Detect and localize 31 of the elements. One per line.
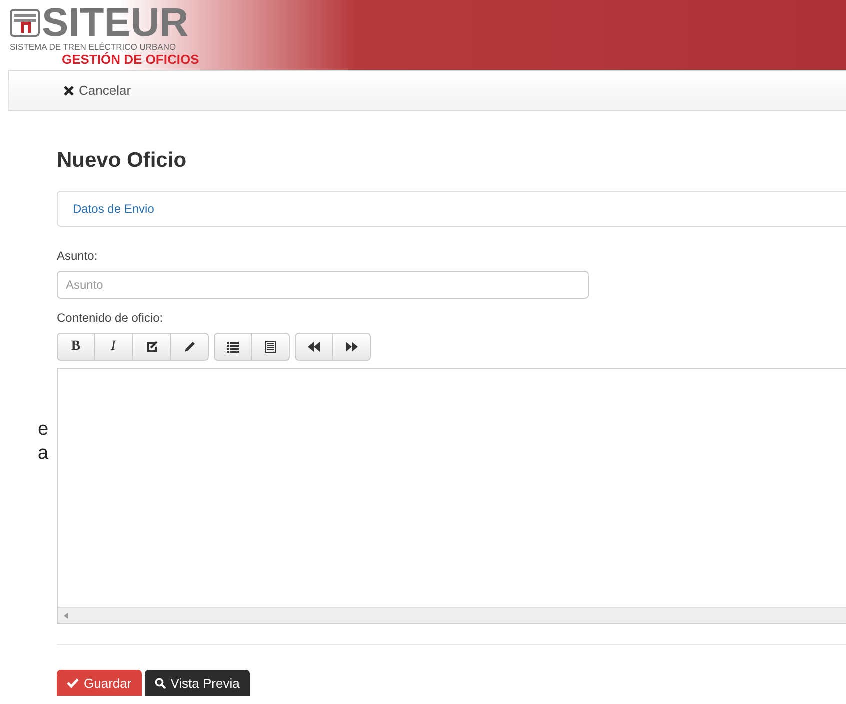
italic-button[interactable]: I [95,333,133,361]
cancel-link[interactable]: Cancelar [64,83,132,98]
field-label: Contenido de oficio: [57,311,164,325]
close-icon [64,86,74,96]
indent-button[interactable] [333,333,371,361]
horizontal-scrollbar[interactable] [58,607,846,623]
side-text: e [38,418,49,442]
subject-field[interactable]: Asunto [57,271,589,299]
outdent-button[interactable] [295,333,333,361]
save-button[interactable]: Guardar [57,670,142,696]
side-text: a [38,442,49,466]
check-icon [67,678,79,688]
logo-title: SITEUR [42,4,189,42]
panel-title[interactable]: Datos de Envio [73,202,154,216]
bold-button[interactable]: B [57,333,95,361]
pencil-icon [184,341,196,353]
list-alt-button[interactable] [252,333,290,361]
preview-button[interactable]: Vista Previa [144,670,250,696]
logo-subtitle: SISTEMA DE TREN ELÉCTRICO URBANO [10,42,178,52]
list-alt-icon [265,341,276,353]
backward-icon [308,342,320,352]
list-button[interactable] [214,333,252,361]
app-name: GESTIÓN DE OFICIOS [62,52,200,67]
logo-icon [10,9,40,37]
page-title: Nuevo Oficio [57,149,188,173]
pencil-button[interactable] [171,333,209,361]
field-label: Asunto: [57,249,99,263]
list-icon [227,342,239,352]
forward-icon [346,342,358,352]
zoom-icon [154,678,166,688]
edit-icon [146,341,158,353]
